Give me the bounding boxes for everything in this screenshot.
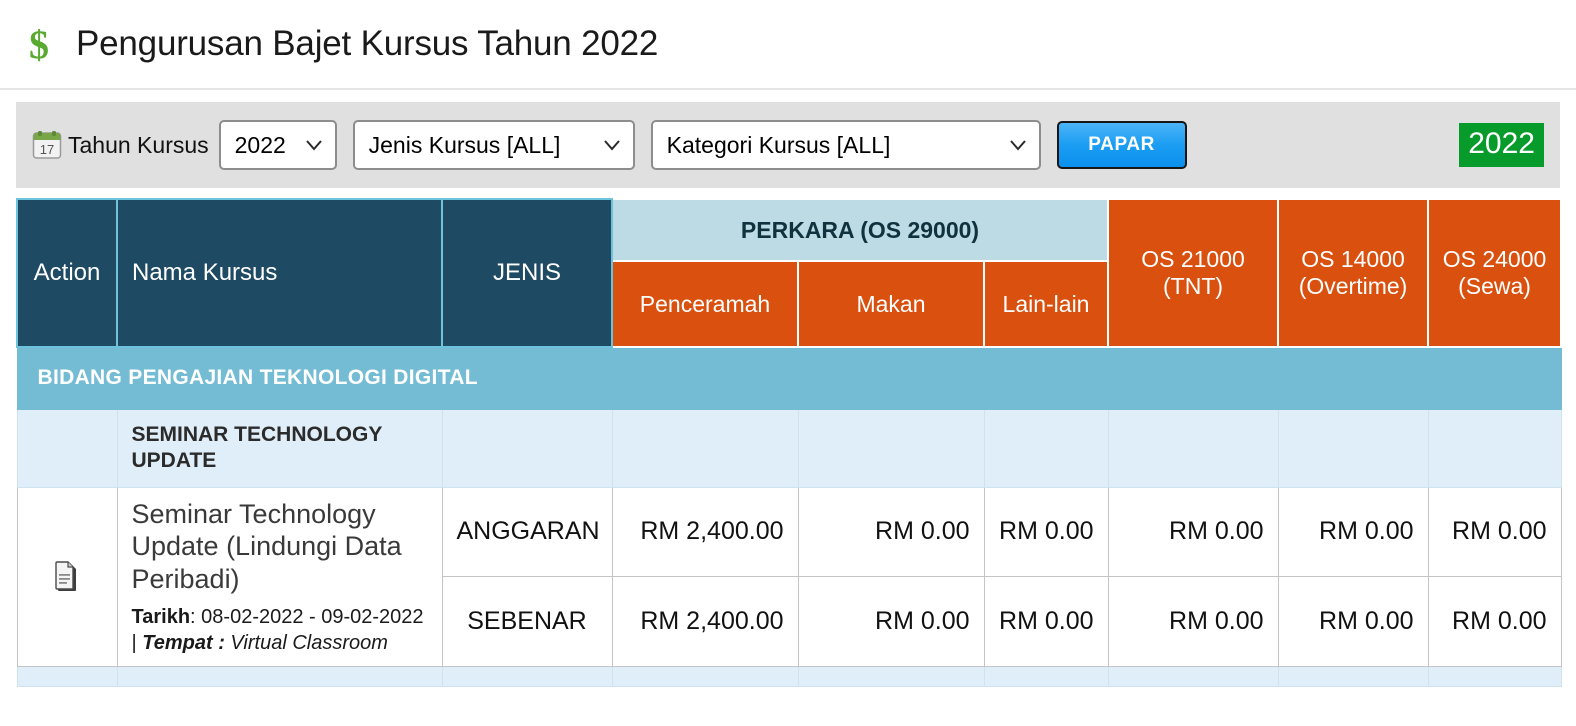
section-title: SEMINAR TECHNOLOGY UPDATE <box>116 408 443 488</box>
header-row-top: Action Nama Kursus JENIS PERKARA (OS 290… <box>16 198 1563 348</box>
partial-cell <box>1277 666 1429 688</box>
row-os24000: RM 0.00 <box>1427 576 1562 668</box>
th-os14000: OS 14000 (Overtime) <box>1277 198 1430 348</box>
row-makan: RM 0.00 <box>797 576 985 668</box>
section-action-cell <box>16 408 118 488</box>
section-os21000-cell <box>1107 408 1279 488</box>
row-makan: RM 0.00 <box>797 486 985 578</box>
bidang-group-row: BIDANG PENGAJIAN TEKNOLOGI DIGITAL <box>16 346 1562 410</box>
tempat-value: Virtual Classroom <box>224 632 388 655</box>
chevron-down-icon <box>303 134 325 156</box>
next-section-row-partial <box>16 666 1562 688</box>
table-body: BIDANG PENGAJIAN TEKNOLOGI DIGITAL SEMIN… <box>16 346 1562 688</box>
table-row: Seminar Technology Update (Lindungi Data… <box>16 486 1562 668</box>
row-os14000: RM 0.00 <box>1277 486 1429 578</box>
partial-cell <box>983 666 1109 688</box>
calendar-icon: 17 <box>32 130 62 160</box>
chevron-down-icon <box>1007 134 1029 156</box>
th-lain-lain: Lain-lain <box>982 260 1110 348</box>
page-header: $ $ Pengurusan Bajet Kursus Tahun 2022 <box>0 0 1576 90</box>
budget-table: Action Nama Kursus JENIS PERKARA (OS 290… <box>16 198 1563 688</box>
course-name: Seminar Technology Update (Lindungi Data… <box>131 498 402 595</box>
th-perkara-group: PERKARA (OS 29000) <box>610 198 1110 262</box>
course-meta: Tarikh: 08-02-2022 - 09-02-2022 | Tempat… <box>132 604 428 656</box>
svg-text:17: 17 <box>40 142 54 157</box>
partial-cell <box>611 666 799 688</box>
jenis-kursus-select[interactable]: Jenis Kursus [ALL] <box>352 120 635 170</box>
page-title: Pengurusan Bajet Kursus Tahun 2022 <box>76 24 659 63</box>
row-jenis: ANGGARAN <box>441 486 613 578</box>
year-badge: 2022 <box>1459 123 1544 167</box>
tahun-kursus-label: Tahun Kursus <box>68 131 209 158</box>
th-nama-kursus: Nama Kursus <box>116 198 443 348</box>
dollar-icon: $ $ <box>18 21 60 67</box>
partial-cell <box>441 666 613 688</box>
kategori-kursus-value: Kategori Kursus [ALL] <box>666 131 891 158</box>
row-os21000: RM 0.00 <box>1107 576 1279 668</box>
tempat-label: Tempat : <box>142 632 225 655</box>
document-icon[interactable] <box>54 561 80 593</box>
th-action: Action <box>16 198 118 348</box>
svg-text:$: $ <box>29 22 49 67</box>
th-penceramah: Penceramah <box>611 260 799 348</box>
table-head: Action Nama Kursus JENIS PERKARA (OS 290… <box>16 198 1563 348</box>
filter-toolbar: 17 Tahun Kursus 2022 Jenis Kursus [ALL] … <box>16 102 1560 188</box>
th-jenis: JENIS <box>441 198 613 348</box>
section-penceramah-cell <box>611 408 799 488</box>
year-select[interactable]: 2022 <box>218 120 337 170</box>
row-lain-lain: RM 0.00 <box>983 576 1109 668</box>
section-lainlain-cell <box>983 408 1109 488</box>
section-makan-cell <box>797 408 985 488</box>
row-lain-lain: RM 0.00 <box>983 486 1109 578</box>
jenis-kursus-value: Jenis Kursus [ALL] <box>368 131 561 158</box>
section-os24000-cell <box>1427 408 1562 488</box>
partial-cell <box>1107 666 1279 688</box>
budget-table-container: Action Nama Kursus JENIS PERKARA (OS 290… <box>16 198 1563 688</box>
partial-cell <box>1427 666 1562 688</box>
row-os21000: RM 0.00 <box>1107 486 1279 578</box>
partial-cell <box>116 666 443 688</box>
row-action-cell <box>16 486 118 668</box>
bidang-label: BIDANG PENGAJIAN TEKNOLOGI DIGITAL <box>16 346 1562 410</box>
row-penceramah: RM 2,400.00 <box>611 486 799 578</box>
tarikh-label: Tarikh <box>131 606 191 629</box>
partial-cell <box>16 666 118 688</box>
partial-cell <box>797 666 985 688</box>
section-row: SEMINAR TECHNOLOGY UPDATE <box>16 408 1562 488</box>
kategori-kursus-select[interactable]: Kategori Kursus [ALL] <box>650 120 1041 170</box>
chevron-down-icon <box>601 134 623 156</box>
section-jenis-cell <box>441 408 613 488</box>
year-select-value: 2022 <box>234 131 286 158</box>
course-cell: Seminar Technology Update (Lindungi Data… <box>116 486 443 668</box>
th-os21000: OS 21000 (TNT) <box>1107 198 1280 348</box>
th-os24000: OS 24000 (Sewa) <box>1427 198 1563 348</box>
section-os14000-cell <box>1277 408 1429 488</box>
th-makan: Makan <box>797 260 985 348</box>
row-penceramah: RM 2,400.00 <box>611 576 799 668</box>
row-os14000: RM 0.00 <box>1277 576 1429 668</box>
row-jenis: SEBENAR <box>441 576 613 668</box>
papar-button[interactable]: PAPAR <box>1056 121 1187 169</box>
row-os24000: RM 0.00 <box>1427 486 1562 578</box>
